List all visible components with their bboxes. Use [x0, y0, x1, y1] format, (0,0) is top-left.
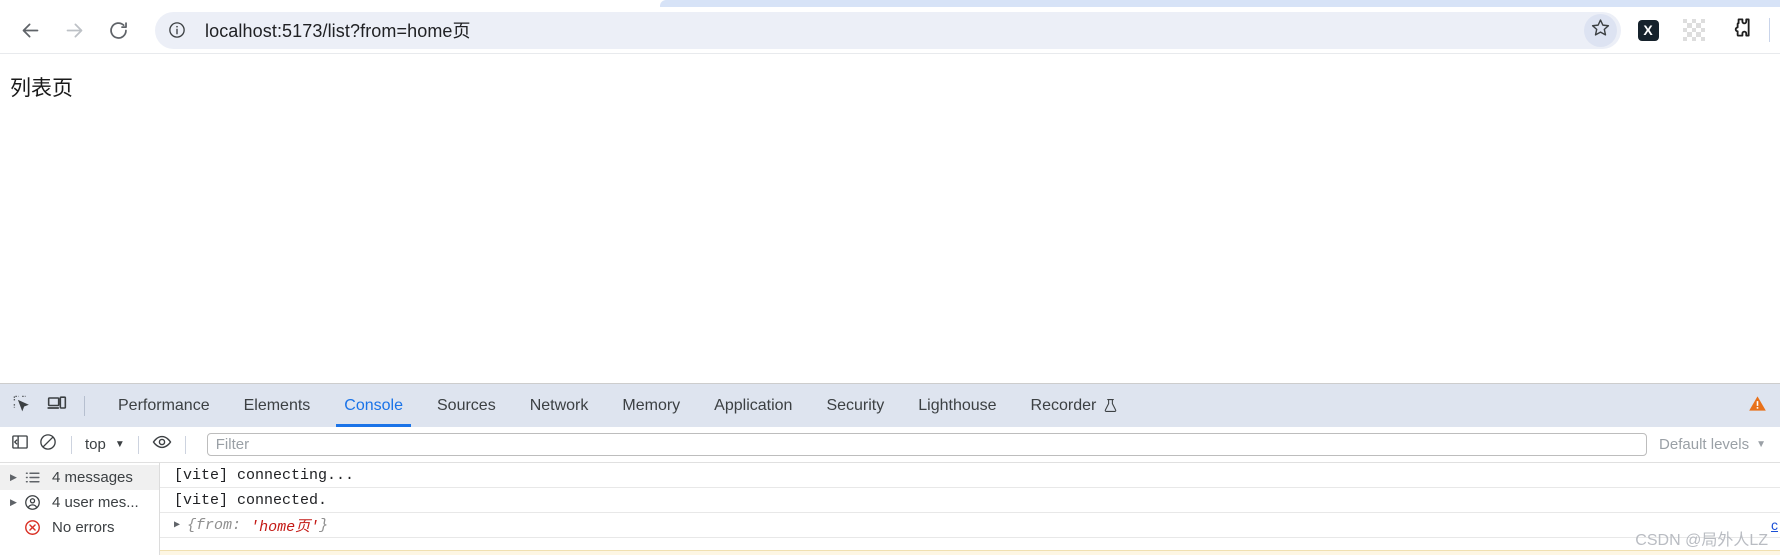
sidebar-item-label: No errors	[52, 519, 115, 536]
reload-button[interactable]	[99, 11, 137, 49]
console-message-text: [vite] connecting...	[174, 466, 355, 484]
console-warning-row[interactable]	[160, 550, 1780, 555]
console-toolbar-divider-3	[184, 435, 186, 454]
tab-elements[interactable]: Elements	[227, 384, 328, 427]
sidebar-item-label: 4 user mes...	[52, 494, 139, 511]
expand-object-icon[interactable]: ▶	[174, 519, 180, 531]
devtools-panel: Performance Elements Console Sources Net…	[0, 383, 1780, 555]
tab-recorder[interactable]: Recorder	[1014, 384, 1136, 427]
tab-performance[interactable]: Performance	[101, 384, 227, 427]
tab-security[interactable]: Security	[809, 384, 901, 427]
tab-label: Console	[344, 396, 403, 414]
arrow-right-icon	[64, 20, 85, 41]
page-viewport: 列表页	[0, 54, 1780, 383]
toolbar-divider	[1769, 18, 1770, 42]
object-close-brace: }	[319, 516, 329, 534]
devtools-icon-divider	[84, 395, 85, 416]
clear-console-icon	[39, 433, 57, 456]
forward-button[interactable]	[55, 11, 93, 49]
console-message-text: [vite] connected.	[174, 491, 328, 509]
tab-console[interactable]: Console	[327, 384, 420, 427]
console-message-row[interactable]: [vite] connecting...	[160, 463, 1780, 488]
log-levels-value: Default levels	[1659, 436, 1750, 453]
grid-extension-button[interactable]	[1677, 13, 1711, 47]
object-open-brace: {	[187, 516, 197, 534]
list-icon	[24, 469, 48, 486]
log-levels-select[interactable]: Default levels ▼	[1659, 436, 1766, 453]
device-toolbar-icon	[47, 393, 67, 418]
execution-context-select[interactable]: top ▼	[81, 436, 129, 453]
browser-window: localhost:5173/list?from=home页 X 列表页 Per…	[0, 0, 1780, 555]
tab-label: Security	[826, 396, 885, 414]
live-expression-button[interactable]	[148, 431, 176, 459]
console-message-row[interactable]: [vite] connected.	[160, 488, 1780, 513]
x-extension-button[interactable]: X	[1631, 13, 1665, 47]
eye-icon	[152, 432, 172, 457]
back-button[interactable]	[11, 11, 49, 49]
inspect-element-button[interactable]	[6, 391, 36, 421]
sidebar-item-messages[interactable]: ▶ 4 messages	[0, 465, 159, 490]
address-bar-url: localhost:5173/list?from=home页	[205, 21, 471, 41]
chevron-down-icon: ▼	[114, 439, 125, 450]
warning-triangle-icon	[1748, 394, 1767, 418]
tab-label: Performance	[118, 396, 210, 414]
tab-application[interactable]: Application	[697, 384, 809, 427]
console-body: ▶ 4 messages ▶ 4 user mes... No errors […	[0, 463, 1780, 555]
browser-toolbar: localhost:5173/list?from=home页 X	[0, 7, 1780, 54]
execution-context-value: top	[85, 436, 106, 453]
sidebar-toggle-icon	[11, 433, 29, 456]
reload-icon	[108, 20, 129, 41]
x-extension-icon: X	[1637, 19, 1659, 41]
arrow-left-icon	[20, 20, 41, 41]
sidebar-item-errors[interactable]: No errors	[0, 515, 159, 540]
sidebar-item-label: 4 messages	[52, 469, 133, 486]
sidebar-toggle-button[interactable]	[6, 431, 34, 459]
tab-label: Application	[714, 396, 793, 414]
object-value: 'home页'	[250, 518, 320, 536]
sidebar-item-user-messages[interactable]: ▶ 4 user mes...	[0, 490, 159, 515]
tab-lighthouse[interactable]: Lighthouse	[901, 384, 1013, 427]
error-circle-icon	[24, 519, 48, 536]
bookmark-button[interactable]	[1584, 13, 1617, 47]
tab-label: Memory	[622, 396, 681, 414]
filter-input[interactable]	[206, 433, 1648, 456]
tab-label: Network	[529, 396, 589, 414]
chevron-right-icon[interactable]: ▶	[10, 472, 24, 483]
extensions-menu-button[interactable]	[1723, 13, 1757, 47]
device-toolbar-button[interactable]	[42, 391, 72, 421]
user-circle-icon	[24, 494, 48, 511]
console-toolbar: top ▼ Default levels ▼	[0, 427, 1780, 463]
tab-strip	[0, 0, 1780, 7]
console-message-row-object[interactable]: ▶ { from: 'home页' } c	[160, 513, 1780, 538]
beaker-icon	[1103, 398, 1118, 413]
tab-memory[interactable]: Memory	[605, 384, 697, 427]
page-title: 列表页	[10, 77, 73, 100]
clear-console-button[interactable]	[34, 431, 62, 459]
tab-network[interactable]: Network	[513, 384, 606, 427]
console-message-list: [vite] connecting... [vite] connected. ▶…	[160, 463, 1780, 555]
grid-extension-icon	[1683, 19, 1705, 41]
source-link[interactable]: c	[1771, 517, 1778, 533]
tab-label: Lighthouse	[918, 396, 997, 414]
info-circle-icon[interactable]	[162, 15, 192, 45]
inspect-cursor-icon	[12, 394, 31, 418]
console-toolbar-divider	[71, 435, 72, 454]
tab-label: Elements	[243, 396, 311, 414]
tab-label: Recorder	[1030, 396, 1097, 414]
object-key: from:	[196, 516, 242, 534]
address-bar[interactable]: localhost:5173/list?from=home页	[155, 11, 1621, 49]
chevron-right-icon[interactable]: ▶	[10, 497, 24, 508]
chevron-down-icon: ▼	[1756, 439, 1766, 450]
devtools-tabbar: Performance Elements Console Sources Net…	[0, 384, 1780, 427]
star-icon	[1591, 18, 1610, 42]
tab-label: Sources	[437, 396, 496, 414]
puzzle-piece-icon	[1729, 16, 1752, 44]
warning-badge[interactable]	[1747, 395, 1768, 416]
console-toolbar-divider-2	[137, 435, 139, 454]
tab-sources[interactable]: Sources	[420, 384, 513, 427]
active-tab-edge[interactable]	[660, 0, 1780, 7]
console-sidebar: ▶ 4 messages ▶ 4 user mes... No errors	[0, 463, 160, 555]
